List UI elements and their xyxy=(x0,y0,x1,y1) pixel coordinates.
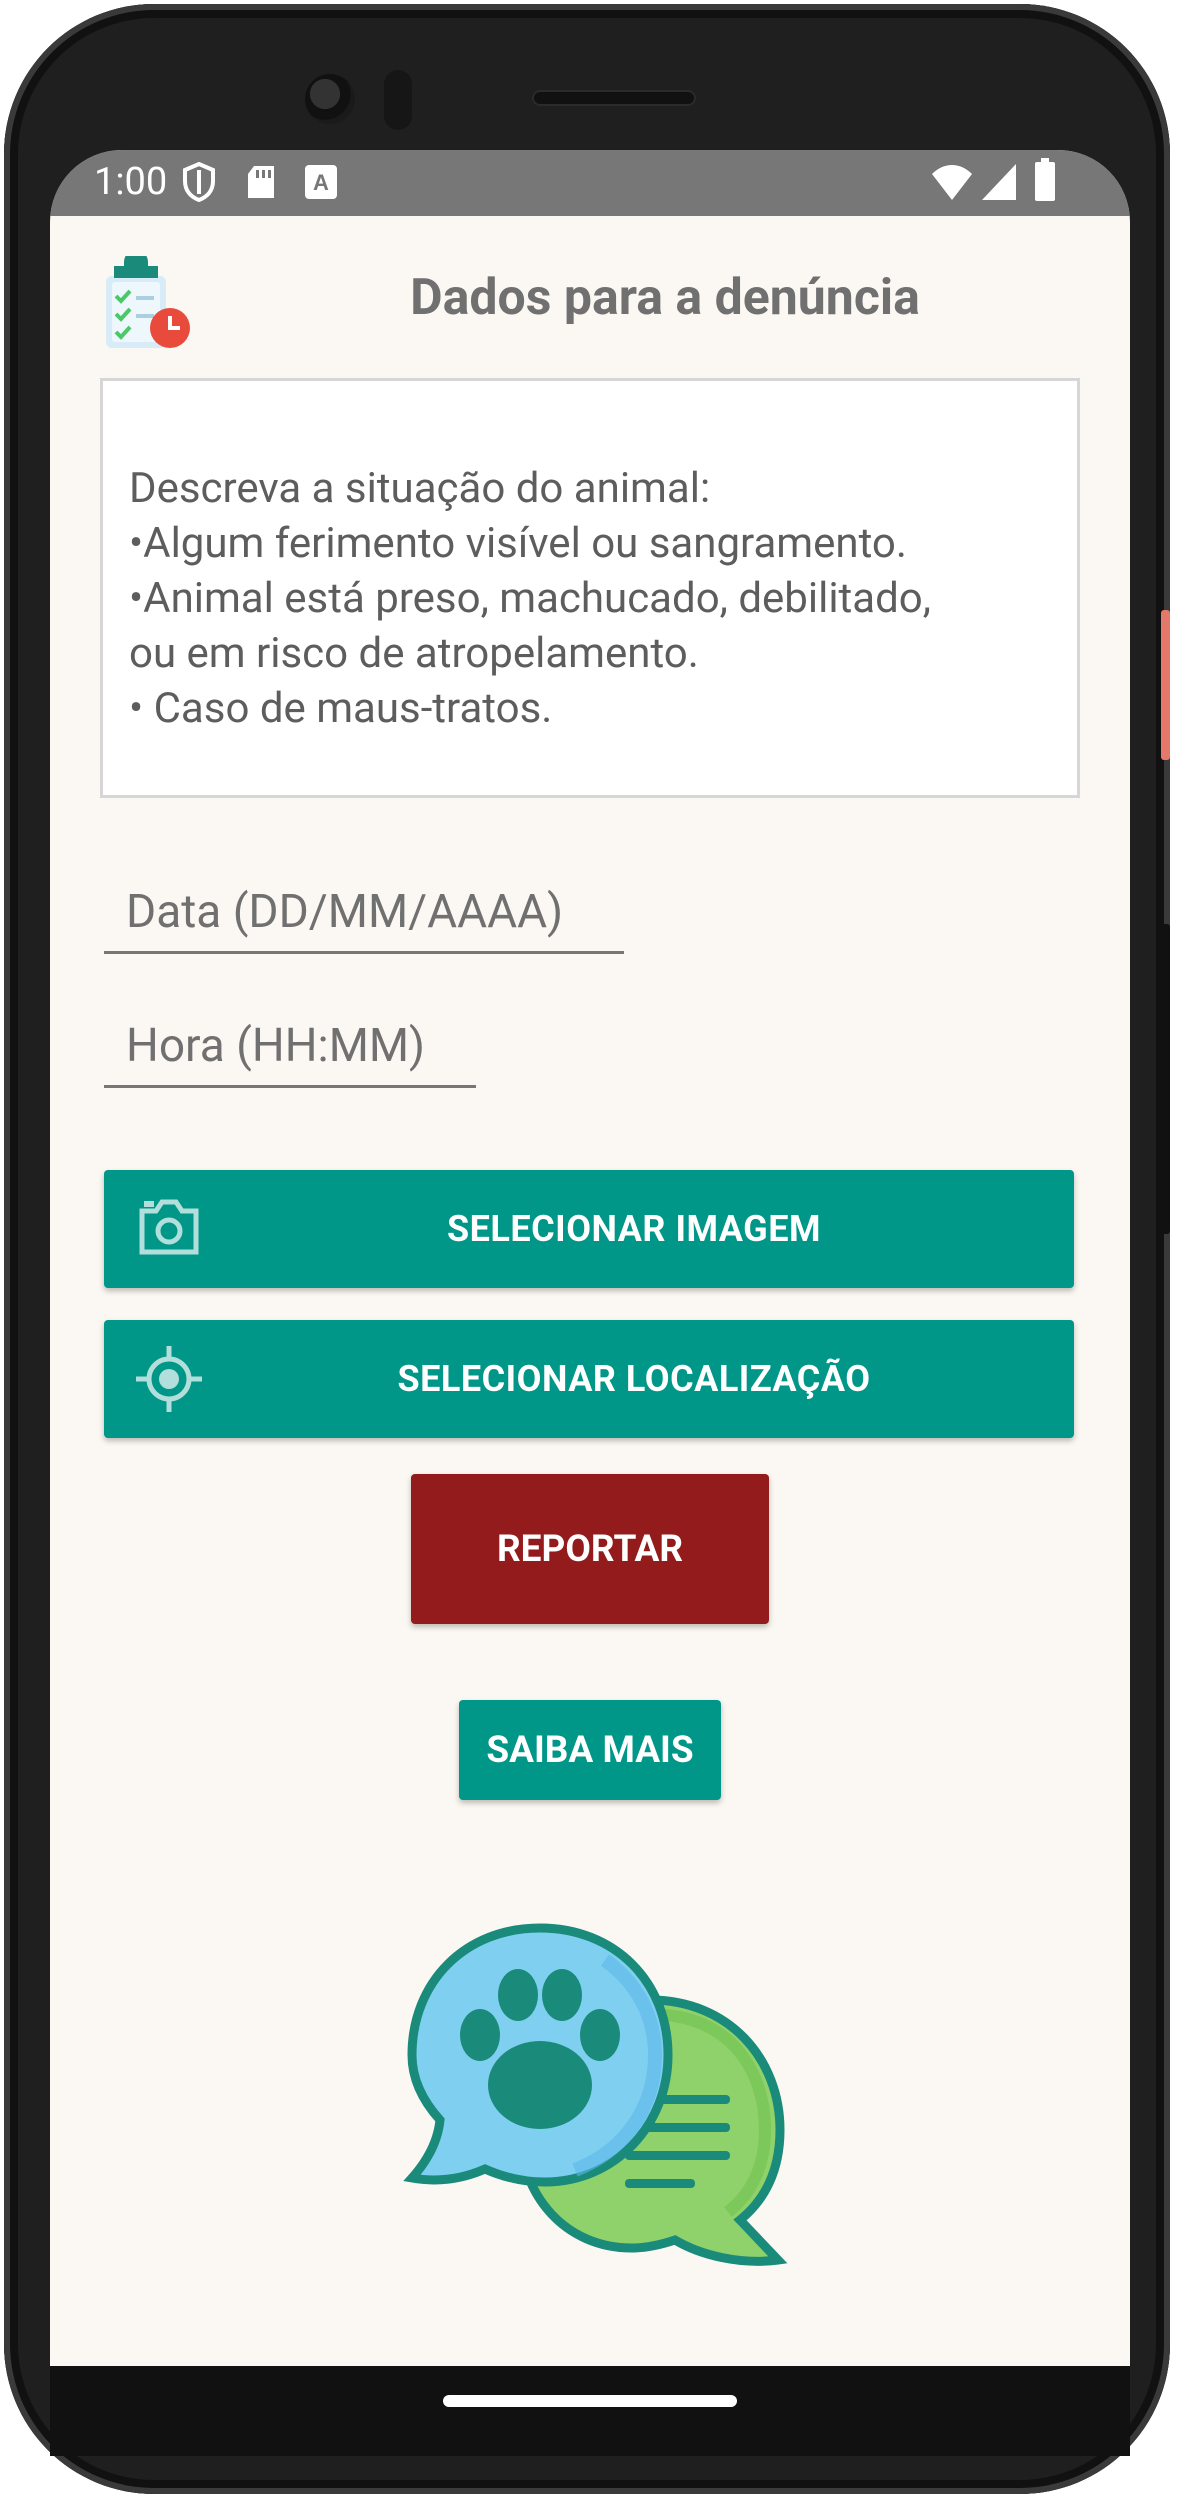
power-button xyxy=(1161,924,1170,1234)
select-image-button[interactable]: SELECIONAR IMAGEM xyxy=(104,1170,1074,1288)
home-gesture-handle[interactable] xyxy=(443,2395,737,2407)
wifi-icon xyxy=(932,165,972,200)
page-title: Dados para a denúncia xyxy=(410,269,920,327)
keyboard-a-icon: A xyxy=(305,165,337,199)
select-image-label: SELECIONAR IMAGEM xyxy=(446,1208,821,1250)
select-location-label: SELECIONAR LOCALIZAÇÃO xyxy=(397,1358,871,1400)
time-field[interactable]: Hora (HH:MM) xyxy=(104,1016,476,1088)
clipboard-checklist-clock-icon xyxy=(106,256,190,348)
proximity-sensor xyxy=(384,70,412,130)
description-line: •Algum ferimento visível ou sangramento. xyxy=(129,519,907,568)
phone-frame: 1:00 A Dados para a denúncia Descreva a … xyxy=(4,4,1170,2494)
description-line: • Caso de maus-tratos. xyxy=(129,684,553,733)
signal-icon xyxy=(982,164,1016,200)
sd-card-icon xyxy=(248,166,274,198)
date-field[interactable]: Data (DD/MM/AAAA) xyxy=(104,882,624,954)
battery-icon xyxy=(1035,158,1055,201)
select-location-button[interactable]: SELECIONAR LOCALIZAÇÃO xyxy=(104,1320,1074,1438)
navigation-bar xyxy=(50,2366,1130,2456)
shield-icon xyxy=(183,162,215,202)
svg-text:A: A xyxy=(313,170,329,195)
paw-chat-bubbles-icon xyxy=(403,1923,788,2266)
learn-more-button[interactable]: SAIBA MAIS xyxy=(459,1700,721,1800)
description-line: ou em risco de atropelamento. xyxy=(129,629,699,678)
volume-button xyxy=(1161,610,1170,760)
status-bar: 1:00 A xyxy=(50,150,1130,216)
report-button[interactable]: REPORTAR xyxy=(411,1474,769,1624)
app-screen: 1:00 A Dados para a denúncia Descreva a … xyxy=(50,150,1130,2366)
description-line: Descreva a situação do animal: xyxy=(129,464,711,513)
description-line: •Animal está preso, machucado, debilitad… xyxy=(129,574,932,623)
front-camera xyxy=(305,74,355,124)
description-textarea[interactable]: Descreva a situação do animal: •Algum fe… xyxy=(100,378,1080,798)
status-time: 1:00 xyxy=(94,160,168,204)
earpiece-speaker xyxy=(532,90,696,106)
